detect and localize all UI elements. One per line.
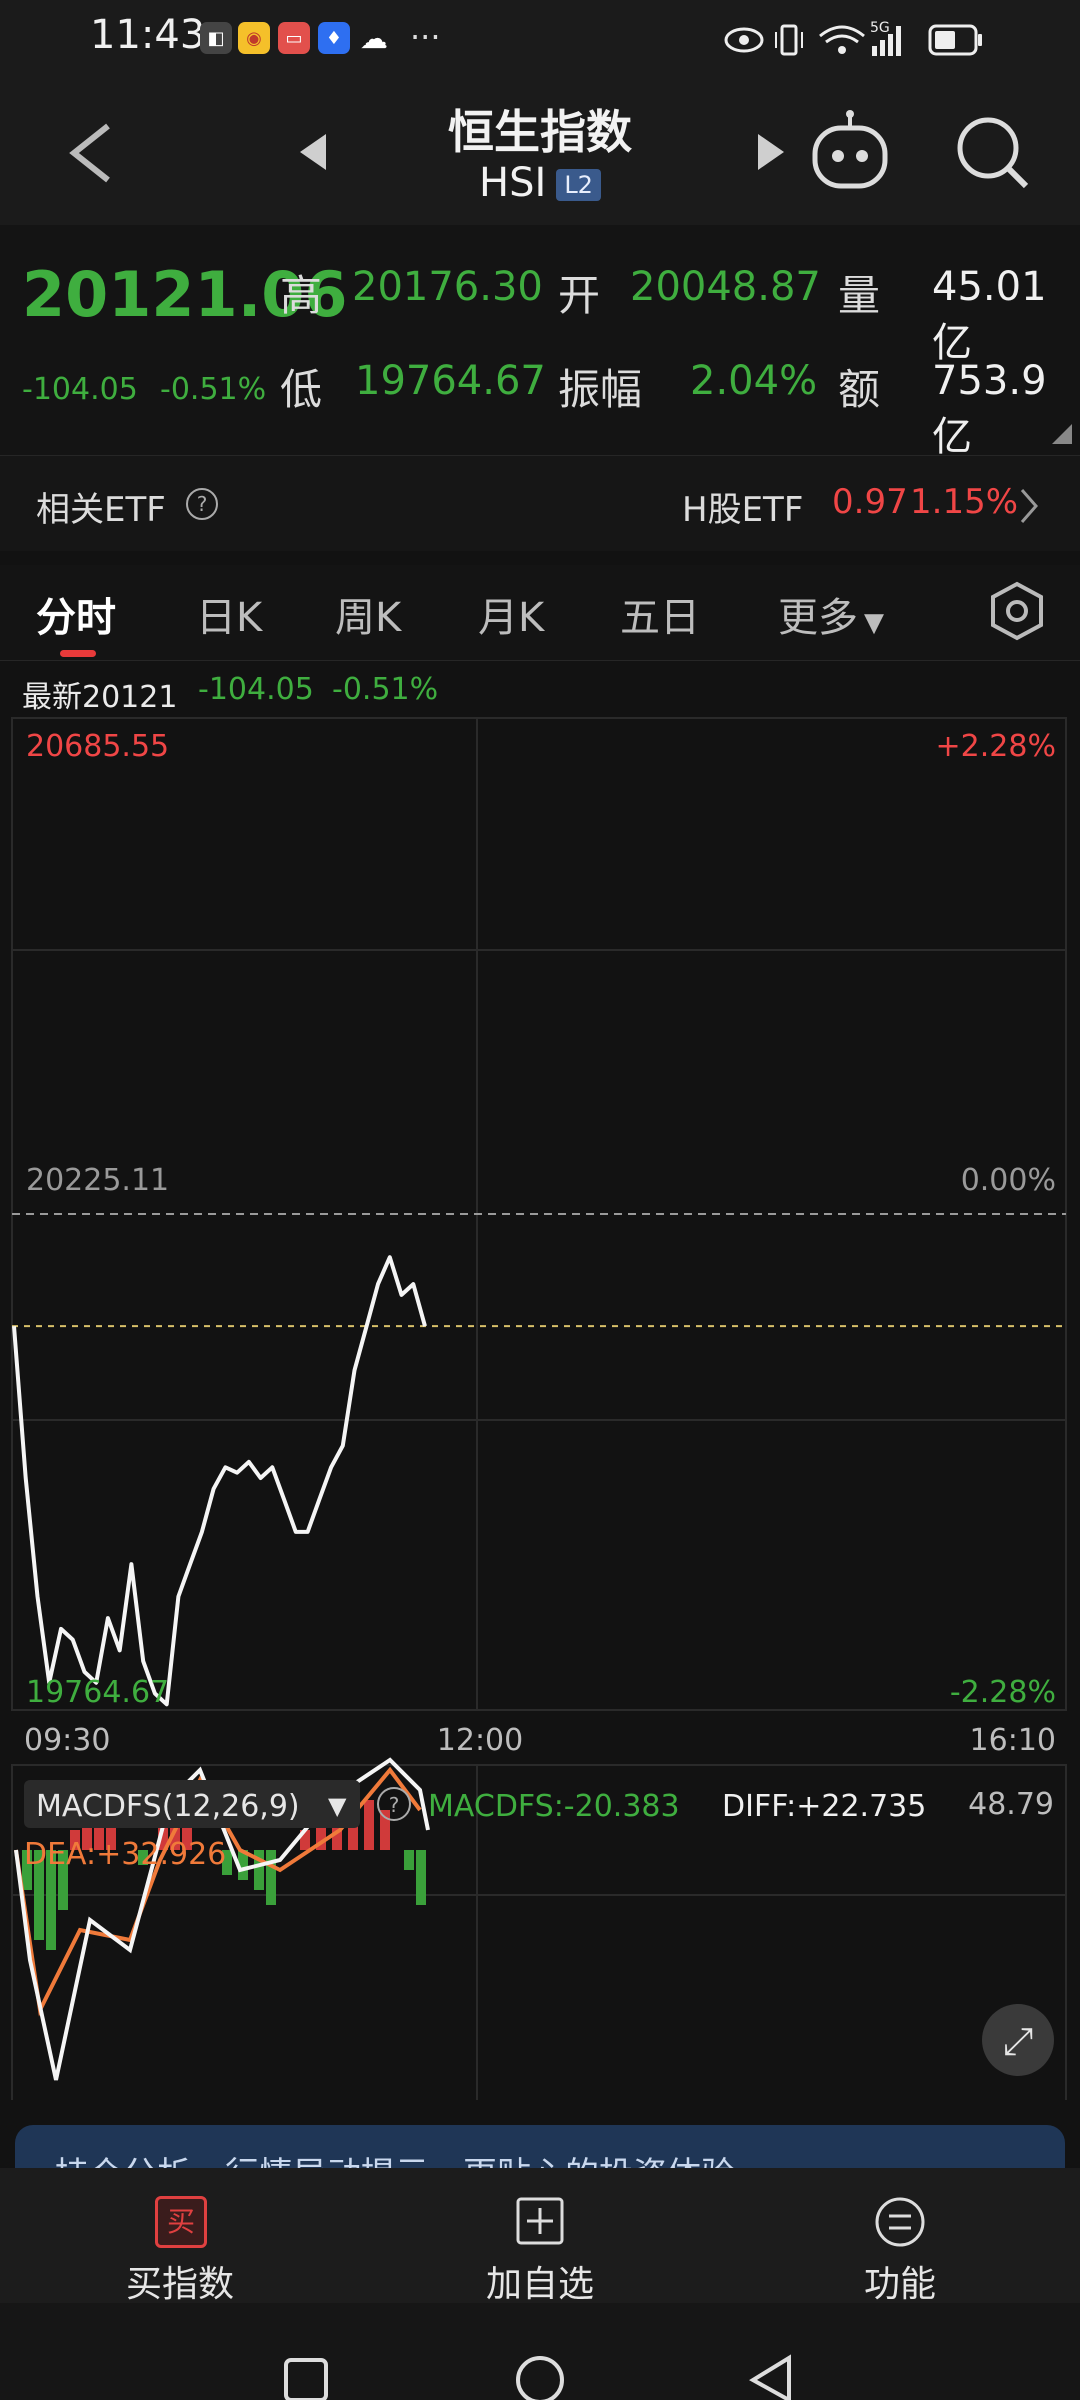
tab-more[interactable]: 更多 ▼ (778, 585, 884, 643)
etf-price: 0.97 (832, 482, 908, 522)
x-tick-noon: 12:00 (437, 1723, 523, 1758)
etf-pct: 1.15% (910, 482, 1019, 522)
tab-intraday[interactable]: 分时 (36, 585, 116, 643)
wifi-icon (819, 25, 865, 54)
volume-value: 45.01亿 (932, 264, 1047, 366)
eye-icon (724, 27, 764, 53)
battery-icon (928, 24, 982, 56)
page-title: 恒生指数 (448, 105, 632, 159)
back-nav-icon[interactable] (745, 2352, 797, 2400)
chevron-right-icon[interactable] (1016, 486, 1042, 526)
add-watchlist-icon[interactable] (515, 2196, 565, 2246)
x-tick-open: 09:30 (24, 1723, 110, 1758)
macd-caret-icon: ▼ (328, 1792, 347, 1820)
app-notification-icon: ◧ (200, 22, 232, 54)
buy-icon[interactable]: 买 (155, 2196, 207, 2248)
tab-five-day[interactable]: 五日 (620, 585, 700, 643)
y-tick-high: 20685.55 (26, 729, 169, 764)
help-icon[interactable]: ? (184, 486, 220, 522)
function-button[interactable]: 功能 (800, 2255, 1000, 2307)
amplitude-value: 2.04% (690, 358, 818, 404)
caret-down-icon: ▼ (864, 608, 884, 638)
settings-hexagon-icon[interactable] (988, 580, 1046, 642)
wechat-icon: ☁ (360, 21, 388, 55)
bulb-app-icon: ♦ (318, 22, 350, 54)
next-index-icon[interactable] (752, 130, 788, 174)
high-value: 20176.30 (352, 264, 543, 310)
price-change-pct: -0.51% (160, 372, 267, 407)
macdfs-value: MACDFS:-20.383 (428, 1789, 680, 1824)
macd-title: MACDFS(12,26,9) (36, 1789, 300, 1824)
level2-badge: L2 (556, 169, 601, 201)
amount-value: 753.9亿 (932, 358, 1047, 460)
expand-corner-icon[interactable] (1052, 424, 1072, 444)
price-change: -104.05 (22, 372, 138, 407)
svg-text:?: ? (389, 1793, 400, 1817)
x-tick-close: 16:10 (970, 1723, 1056, 1758)
index-code: HSI L2 (0, 160, 1080, 206)
intraday-chart[interactable]: 20685.55 20225.11 19764.67 +2.28% 0.00% … (0, 660, 1080, 2100)
tab-active-indicator (60, 650, 96, 657)
index-code-text: HSI (479, 160, 547, 206)
fullscreen-icon: ⤢ (1003, 2019, 1033, 2063)
etf-name: H股ETF (682, 490, 804, 530)
function-menu-icon[interactable] (874, 2196, 926, 2248)
diff-value: DIFF:+22.735 (722, 1789, 926, 1824)
high-label: 高 (280, 271, 323, 320)
add-watchlist-button[interactable]: 加自选 (440, 2255, 640, 2307)
open-label: 开 (558, 271, 601, 320)
price-line (12, 1255, 427, 1707)
status-right-icons: 5G (724, 20, 982, 56)
search-icon[interactable] (950, 110, 1036, 196)
home-icon[interactable] (512, 2352, 568, 2400)
dea-value: DEA:+32.926 (24, 1837, 226, 1872)
tab-weekly-k[interactable]: 周K (335, 585, 401, 643)
amount-label: 额 (838, 365, 881, 414)
low-value: 19764.67 (355, 358, 546, 404)
buy-index-button[interactable]: 买指数 (80, 2255, 280, 2307)
svg-text:?: ? (197, 492, 208, 516)
open-value: 20048.87 (630, 264, 821, 310)
weibo-icon: ◉ (238, 22, 270, 54)
y-pct-low: -2.28% (950, 1675, 1056, 1710)
recent-apps-icon[interactable] (280, 2356, 332, 2400)
low-label: 低 (280, 365, 323, 414)
macd-ymax: 48.79 (968, 1787, 1054, 1822)
y-tick-low: 19764.67 (26, 1675, 169, 1710)
amplitude-label: 振幅 (558, 365, 643, 414)
tab-daily-k[interactable]: 日K (196, 585, 262, 643)
signal-icon: 5G (870, 20, 901, 56)
related-etf-label: 相关ETF (36, 490, 166, 530)
y-tick-mid: 20225.11 (26, 1163, 169, 1198)
huawei-app-icon: ▭ (278, 22, 310, 54)
vibrate-icon (775, 24, 803, 56)
more-notifications-icon: ··· (410, 18, 441, 56)
y-pct-high: +2.28% (936, 729, 1056, 764)
robot-assistant-icon[interactable] (805, 108, 895, 198)
network-type: 5G (870, 20, 890, 36)
tab-monthly-k[interactable]: 月K (478, 585, 544, 643)
tab-more-label: 更多 (778, 595, 858, 641)
y-pct-mid: 0.00% (961, 1163, 1056, 1198)
status-time: 11:43 (90, 12, 206, 58)
volume-label: 量 (838, 271, 881, 320)
